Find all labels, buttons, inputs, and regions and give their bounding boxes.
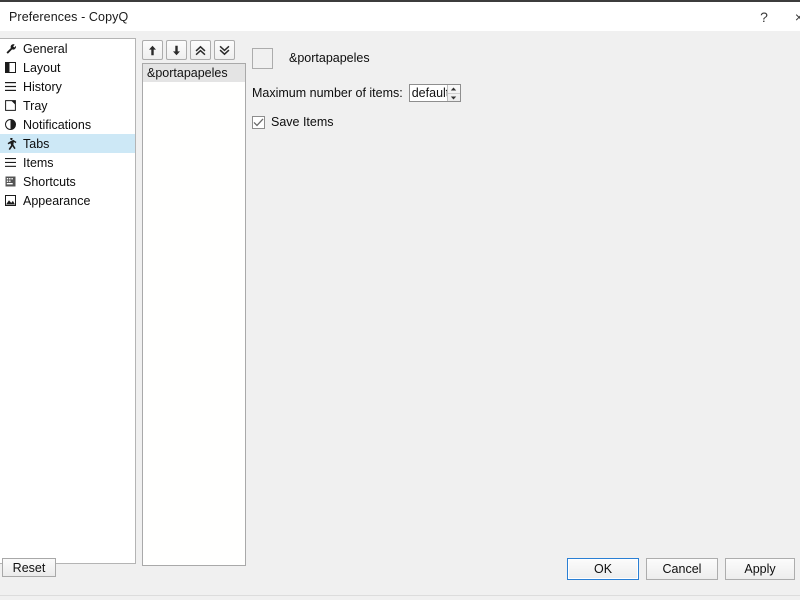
sidebar-item-label: Notifications xyxy=(23,117,92,132)
title-bar: Preferences - CopyQ ? × xyxy=(0,2,800,31)
tab-order-toolbar xyxy=(142,40,235,60)
move-to-bottom-button[interactable] xyxy=(214,40,235,60)
double-arrow-up-icon xyxy=(195,45,206,56)
sidebar-item-label: Tray xyxy=(23,98,48,113)
tray-icon xyxy=(3,99,18,113)
move-to-top-button[interactable] xyxy=(190,40,211,60)
reset-button[interactable]: Reset xyxy=(2,558,56,577)
spin-up-icon[interactable] xyxy=(448,85,460,93)
check-icon xyxy=(253,117,264,126)
save-items-label: Save Items xyxy=(271,115,334,129)
sidebar-item-general[interactable]: General xyxy=(0,39,135,58)
sidebar-item-appearance[interactable]: Appearance xyxy=(0,191,135,210)
sidebar-item-tabs[interactable]: Tabs xyxy=(0,134,135,153)
max-items-value[interactable]: default xyxy=(409,85,447,101)
tab-icon-button[interactable] xyxy=(252,47,273,69)
sidebar-item-layout[interactable]: Layout xyxy=(0,58,135,77)
double-arrow-down-icon xyxy=(219,45,230,56)
cancel-button[interactable]: Cancel xyxy=(646,558,718,580)
help-button[interactable]: ? xyxy=(742,2,786,31)
ok-button[interactable]: OK xyxy=(567,558,639,580)
preferences-dialog: Preferences - CopyQ ? × General Layout His… xyxy=(0,0,800,600)
sidebar-item-notifications[interactable]: Notifications xyxy=(0,115,135,134)
max-items-spinbox[interactable]: default xyxy=(408,84,461,102)
spinbox-arrows xyxy=(446,85,460,101)
settings-category-list[interactable]: General Layout History Tray Notifications Tab… xyxy=(0,38,136,564)
sidebar-item-label: Tabs xyxy=(23,136,50,151)
tab-name-label: &portapapeles xyxy=(289,51,370,65)
spin-down-icon[interactable] xyxy=(447,93,460,101)
appearance-icon xyxy=(3,194,18,208)
dialog-button-row: OK Cancel Apply xyxy=(567,558,795,580)
sidebar-item-label: Layout xyxy=(23,60,61,75)
sidebar-item-shortcuts[interactable]: Shortcuts xyxy=(0,172,135,191)
sidebar-item-label: Shortcuts xyxy=(23,174,76,189)
sidebar-item-items[interactable]: Items xyxy=(0,153,135,172)
sidebar-item-label: Items xyxy=(23,155,54,170)
tabs-icon xyxy=(3,137,18,151)
sidebar-item-label: History xyxy=(23,79,62,94)
sidebar-item-label: General xyxy=(23,41,68,56)
list-item[interactable]: &portapapeles xyxy=(143,64,245,82)
arrow-up-icon xyxy=(148,45,157,56)
max-items-row: Maximum number of items: default xyxy=(252,83,792,103)
window-controls: ? × xyxy=(742,2,800,31)
move-down-button[interactable] xyxy=(166,40,187,60)
layout-icon xyxy=(3,61,18,75)
move-up-button[interactable] xyxy=(142,40,163,60)
list-icon xyxy=(3,80,18,94)
sidebar-item-label: Appearance xyxy=(23,193,91,208)
save-items-row[interactable]: Save Items xyxy=(252,112,792,132)
window-bottom-edge xyxy=(0,595,800,600)
wrench-icon xyxy=(3,42,18,56)
max-items-label: Maximum number of items: xyxy=(252,86,403,100)
items-list-icon xyxy=(3,156,18,170)
apply-button[interactable]: Apply xyxy=(725,558,795,580)
close-button[interactable]: × xyxy=(786,2,800,31)
sidebar-item-tray[interactable]: Tray xyxy=(0,96,135,115)
bell-icon xyxy=(3,118,18,132)
window-title: Preferences - CopyQ xyxy=(9,9,129,24)
tab-icon-row: &portapapeles xyxy=(252,46,792,70)
arrow-down-icon xyxy=(172,45,181,56)
tab-settings-pane: &portapapeles Maximum number of items: d… xyxy=(252,40,792,560)
sidebar-item-history[interactable]: History xyxy=(0,77,135,96)
tab-list[interactable]: &portapapeles xyxy=(142,63,246,566)
save-items-checkbox[interactable] xyxy=(252,115,265,129)
keyboard-icon xyxy=(3,175,18,189)
